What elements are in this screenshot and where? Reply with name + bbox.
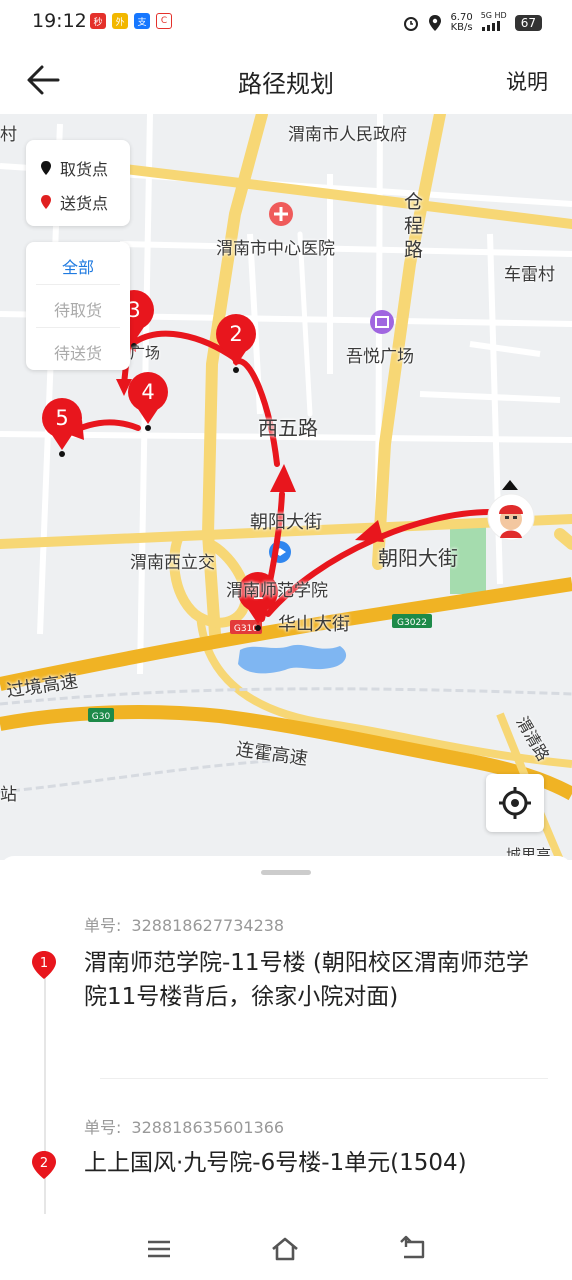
map-label: 西五路 — [258, 416, 318, 440]
map-label: 车雷村 — [504, 265, 555, 285]
app-notification-icon: C — [156, 13, 172, 29]
status-bar: 19:12 秒 外 支 C 6.70 KB/s 5G HD 67 — [0, 0, 572, 44]
order-address: 渭南师范学院-11号楼 (朝阳校区渭南师范学院11号楼背后，徐家小院对面) — [84, 950, 529, 1010]
order-list-sheet[interactable]: 单号: 328818627734238 1 渭南师范学院-11号楼 (朝阳校区渭南… — [0, 856, 572, 1220]
status-right: 6.70 KB/s 5G HD 67 — [402, 11, 542, 34]
sheet-drag-handle[interactable] — [261, 870, 311, 875]
map-label: 渭南西立交 — [130, 553, 215, 573]
filter-all[interactable]: 全部 — [26, 254, 130, 278]
svg-text:5: 5 — [55, 406, 68, 430]
location-icon — [429, 14, 442, 31]
back-icon — [400, 1235, 425, 1259]
system-back-button[interactable] — [398, 1234, 428, 1264]
legend-delivery: 送货点 — [40, 190, 108, 214]
top-app-bar: 路径规划 说明 — [0, 44, 572, 114]
map-label: 华山大街 — [278, 614, 350, 635]
net-speed: 6.70 KB/s — [450, 11, 473, 33]
locate-button[interactable] — [486, 774, 544, 832]
legend-pickup: 取货点 — [40, 156, 108, 180]
filter-pending-pickup[interactable]: 待取货 — [26, 297, 130, 321]
svg-text:2: 2 — [229, 322, 242, 346]
notification-icons: 秒 外 支 C — [90, 13, 172, 29]
map-label: 仓程路 — [404, 191, 424, 261]
app-notification-icon: 秒 — [90, 13, 106, 29]
order-divider — [100, 1078, 548, 1079]
map-label: 渭南市中心医院 — [216, 239, 335, 259]
order-index-pin-icon: 1 — [31, 950, 57, 980]
svg-text:1: 1 — [40, 956, 48, 971]
menu-button[interactable] — [144, 1234, 174, 1264]
legend-pickup-label: 取货点 — [60, 160, 109, 179]
legend-delivery-label: 送货点 — [60, 194, 109, 213]
delivery-pin-icon — [41, 195, 51, 209]
home-button[interactable] — [270, 1234, 300, 1264]
page-title: 路径规划 — [238, 70, 334, 98]
help-button[interactable]: 说明 — [506, 66, 548, 96]
map-label: 渭南市人民政府 — [288, 125, 407, 145]
route-filter: 全部 待取货 待送货 — [26, 242, 130, 370]
alipay-icon: 支 — [134, 13, 150, 29]
app-notification-icon: 外 — [112, 13, 128, 29]
svg-text:G30: G30 — [92, 712, 111, 722]
mall-poi-icon — [370, 310, 394, 334]
order-number: 单号: 328818627734238 — [84, 916, 285, 935]
svg-text:4: 4 — [141, 380, 154, 404]
map-label: 广场 — [130, 344, 161, 362]
signal-indicator: 5G HD — [481, 11, 507, 34]
map-label: 吾悦广场 — [346, 347, 414, 367]
home-icon — [272, 1237, 298, 1261]
svg-text:2: 2 — [40, 1156, 48, 1171]
filter-divider — [36, 284, 120, 285]
crosshair-icon — [499, 787, 531, 819]
battery-indicator: 67 — [514, 14, 542, 31]
svg-text:G3022: G3022 — [397, 618, 427, 628]
map-label: 朝阳大街 — [250, 512, 322, 533]
status-time: 19:12 — [32, 10, 87, 32]
pickup-pin-icon — [41, 161, 51, 175]
signal-bars-icon — [481, 21, 500, 31]
system-nav-bar — [0, 1220, 572, 1280]
menu-icon — [148, 1240, 170, 1258]
alarm-icon — [404, 16, 419, 31]
order-number: 单号: 328818635601366 — [84, 1118, 285, 1137]
map-label: 渭南师范学院 — [226, 581, 328, 601]
filter-divider — [36, 327, 120, 328]
map-label: 朝阳大街 — [378, 546, 458, 570]
map-legend: 取货点 送货点 — [26, 140, 130, 226]
map-label: 村 — [0, 125, 17, 145]
order-index-pin-icon: 2 — [31, 1150, 57, 1180]
order-address: 上上国风·九号院-6号楼-1单元(1504) — [84, 1150, 467, 1176]
map-label: 站 — [0, 785, 17, 805]
filter-pending-delivery[interactable]: 待送货 — [26, 340, 130, 364]
